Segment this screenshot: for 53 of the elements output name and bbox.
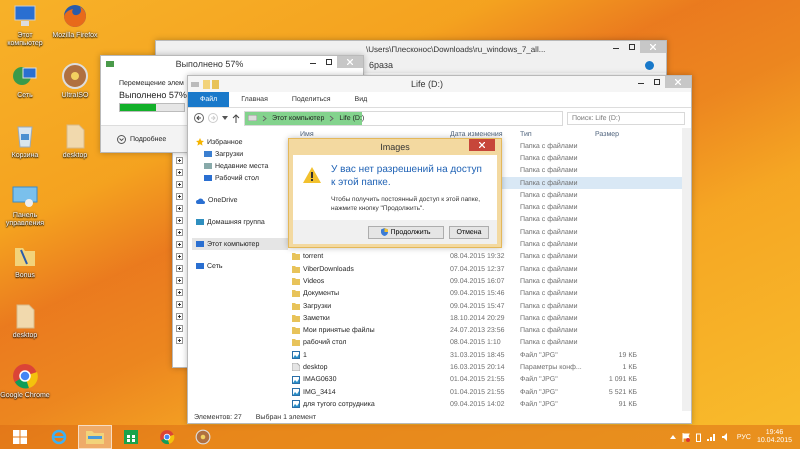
monitor-icon (196, 240, 204, 248)
store-bag-icon (124, 430, 138, 444)
e-logo-icon (51, 429, 67, 445)
close-icon (675, 79, 681, 85)
progress-text: Выполнено 57% (119, 90, 187, 100)
chrome-ball-icon (159, 429, 175, 445)
window-title: Выполнено 57% (174, 59, 244, 69)
warning-icon (303, 167, 321, 183)
cloud-icon (196, 196, 205, 204)
picture-icon (292, 400, 300, 408)
window-title: Life (D:) (410, 79, 444, 89)
caret-icon (222, 116, 228, 120)
picture-icon (292, 351, 300, 360)
maximize-icon (654, 79, 660, 85)
settings-file-icon (292, 363, 300, 372)
chevron-icon (328, 114, 336, 122)
close-icon (650, 44, 656, 50)
maximize-icon (629, 44, 635, 50)
windows-logo-icon (13, 430, 27, 444)
window-title: 6раза (369, 60, 394, 70)
disc-icon (195, 429, 211, 445)
window-title: \Users\Плесконос\Downloads\ru_windows_7_all... (366, 44, 546, 54)
maximize-icon (326, 59, 332, 65)
close-icon (479, 142, 485, 148)
forward-arrow-icon (208, 113, 218, 123)
star-icon (196, 138, 204, 146)
back-arrow-icon (194, 113, 204, 123)
signal-bars-icon[interactable] (706, 433, 716, 441)
picture-icon (292, 376, 300, 384)
disc-icon (61, 62, 89, 90)
dialog-title: Images (379, 142, 411, 152)
taskbar-app-button[interactable] (78, 425, 112, 449)
back-button[interactable] (194, 113, 204, 123)
help-icon[interactable] (645, 60, 654, 70)
drive-icon (248, 115, 257, 121)
close-icon (347, 59, 353, 65)
up-arrow-icon (232, 114, 240, 122)
shield-icon (381, 228, 388, 236)
fox-globe-icon (61, 2, 89, 30)
quick-access-icon[interactable] (191, 80, 221, 88)
scrollbar[interactable] (682, 128, 691, 411)
chrome-ball-icon (11, 362, 39, 390)
up-caret-icon[interactable] (670, 435, 676, 439)
close-button[interactable] (469, 139, 495, 151)
forward-button[interactable] (208, 113, 218, 123)
up-button[interactable] (232, 114, 240, 122)
chevron-icon (261, 114, 268, 122)
picture-icon (292, 388, 300, 396)
chevron-down-icon (117, 134, 126, 144)
flag-icon[interactable] (682, 432, 690, 442)
history-button[interactable] (222, 116, 228, 120)
dialog-heading: У вас нет разрешений на доступ к этой папке. (331, 163, 483, 189)
battery-icon[interactable] (696, 432, 701, 442)
